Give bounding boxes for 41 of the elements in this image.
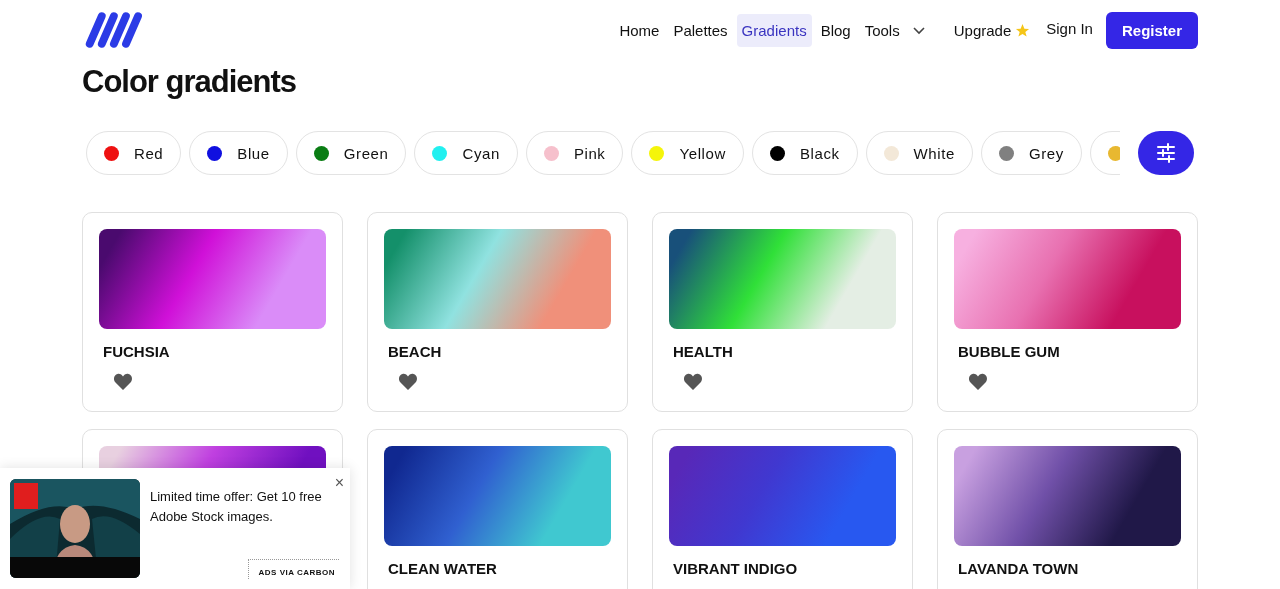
page-title: Color gradients <box>82 64 298 101</box>
color-filter-chip[interactable]: Pink <box>525 131 624 175</box>
gradient-card[interactable]: VIBRANT INDIGO <box>652 429 913 589</box>
heart-icon[interactable] <box>398 372 418 391</box>
heart-icon[interactable] <box>113 372 133 391</box>
nav-link[interactable]: Upgrade <box>948 13 1036 47</box>
gradient-name: LAVANDA TOWN <box>958 560 1080 577</box>
nav-link[interactable]: Home <box>614 13 665 47</box>
sign-in-link[interactable]: Sign In <box>1041 11 1098 45</box>
color-filter-chip[interactable]: Red <box>86 131 182 175</box>
color-filter-chip[interactable]: Black <box>751 131 858 175</box>
color-filter-chip[interactable]: Green <box>295 131 407 175</box>
filter-button[interactable] <box>1138 131 1194 175</box>
gradient-name: VIBRANT INDIGO <box>673 560 799 577</box>
color-filter-chip[interactable]: White <box>865 131 973 175</box>
ads-via-carbon-link[interactable]: ADS VIA CARBON <box>247 559 339 579</box>
color-filter-chip[interactable]: Blue <box>189 131 288 175</box>
color-filter-chip[interactable]: Cyan <box>414 131 518 175</box>
gradient-name: FUCHSIA <box>103 343 171 360</box>
color-filter-chip[interactable]: Yellow <box>631 131 744 175</box>
nav-link[interactable]: Gradients <box>736 13 812 47</box>
gradient-card[interactable]: CLEAN WATER <box>367 429 628 589</box>
register-button[interactable]: Register <box>1105 11 1198 49</box>
sliders-icon <box>1156 143 1176 163</box>
nav-link[interactable]: Blog <box>815 13 856 47</box>
gradient-name: CLEAN WATER <box>388 560 498 577</box>
heart-icon[interactable] <box>968 372 988 391</box>
nav-link[interactable]: Palettes <box>668 13 733 47</box>
heart-icon[interactable] <box>683 372 703 391</box>
close-button[interactable]: × <box>334 474 344 492</box>
gradient-card[interactable]: BUBBLE GUM <box>937 212 1198 412</box>
gradient-name: BEACH <box>388 343 443 360</box>
ad-text: Limited time offer: Get 10 free Adobe Stock images. <box>150 488 323 526</box>
gradient-name: BUBBLE GUM <box>958 343 1061 360</box>
gradient-card[interactable]: BEACH <box>367 212 628 412</box>
gradient-card[interactable]: LAVANDA TOWN <box>937 429 1198 589</box>
color-filter-chip[interactable]: Grey <box>980 131 1082 175</box>
gradient-card[interactable]: FUCHSIA <box>82 212 343 412</box>
gradient-name: HEALTH <box>673 343 734 360</box>
nav-link[interactable]: Tools <box>859 13 945 47</box>
gradient-card[interactable]: HEALTH <box>652 212 913 412</box>
